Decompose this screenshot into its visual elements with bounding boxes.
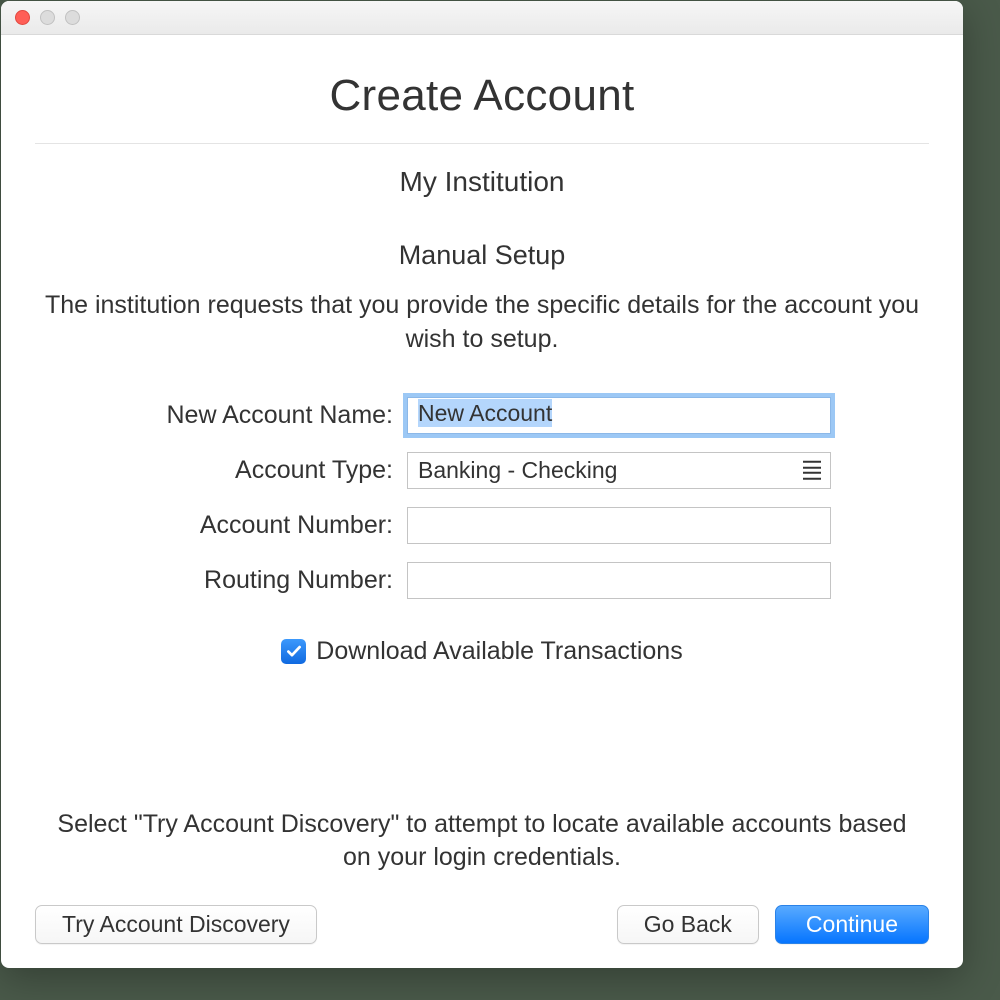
button-bar: Try Account Discovery Go Back Continue bbox=[35, 905, 929, 944]
page-title: Create Account bbox=[35, 71, 929, 121]
account-name-input[interactable]: New Account bbox=[407, 397, 831, 434]
download-transactions-checkbox[interactable] bbox=[281, 639, 306, 664]
close-window-button[interactable] bbox=[15, 10, 30, 25]
divider bbox=[35, 143, 929, 144]
account-number-input[interactable] bbox=[407, 507, 831, 544]
minimize-window-button[interactable] bbox=[40, 10, 55, 25]
institution-name: My Institution bbox=[35, 166, 929, 198]
routing-number-label: Routing Number: bbox=[35, 566, 393, 595]
spacer bbox=[35, 676, 929, 808]
check-icon bbox=[285, 642, 303, 660]
account-number-row: Account Number: bbox=[35, 507, 929, 544]
account-type-row: Account Type: Banking - Checking bbox=[35, 452, 929, 489]
section-title: Manual Setup bbox=[35, 240, 929, 271]
account-name-value: New Account bbox=[418, 399, 552, 427]
account-name-label: New Account Name: bbox=[35, 401, 393, 430]
download-transactions-label: Download Available Transactions bbox=[316, 637, 682, 666]
routing-number-input[interactable] bbox=[407, 562, 831, 599]
form: New Account Name: New Account Account Ty… bbox=[35, 397, 929, 599]
go-back-button[interactable]: Go Back bbox=[617, 905, 759, 944]
account-type-value: Banking - Checking bbox=[407, 452, 831, 489]
routing-number-row: Routing Number: bbox=[35, 562, 929, 599]
account-name-row: New Account Name: New Account bbox=[35, 397, 929, 434]
titlebar bbox=[1, 1, 963, 35]
dialog-content: Create Account My Institution Manual Set… bbox=[1, 35, 963, 968]
continue-button[interactable]: Continue bbox=[775, 905, 929, 944]
dialog-window: Create Account My Institution Manual Set… bbox=[1, 1, 963, 968]
zoom-window-button[interactable] bbox=[65, 10, 80, 25]
account-number-label: Account Number: bbox=[35, 511, 393, 540]
try-account-discovery-button[interactable]: Try Account Discovery bbox=[35, 905, 317, 944]
discovery-help-text: Select "Try Account Discovery" to attemp… bbox=[42, 808, 922, 876]
account-type-label: Account Type: bbox=[35, 456, 393, 485]
account-type-select[interactable]: Banking - Checking bbox=[407, 452, 831, 489]
download-transactions-row: Download Available Transactions bbox=[35, 637, 929, 666]
description-text: The institution requests that you provid… bbox=[42, 289, 922, 357]
